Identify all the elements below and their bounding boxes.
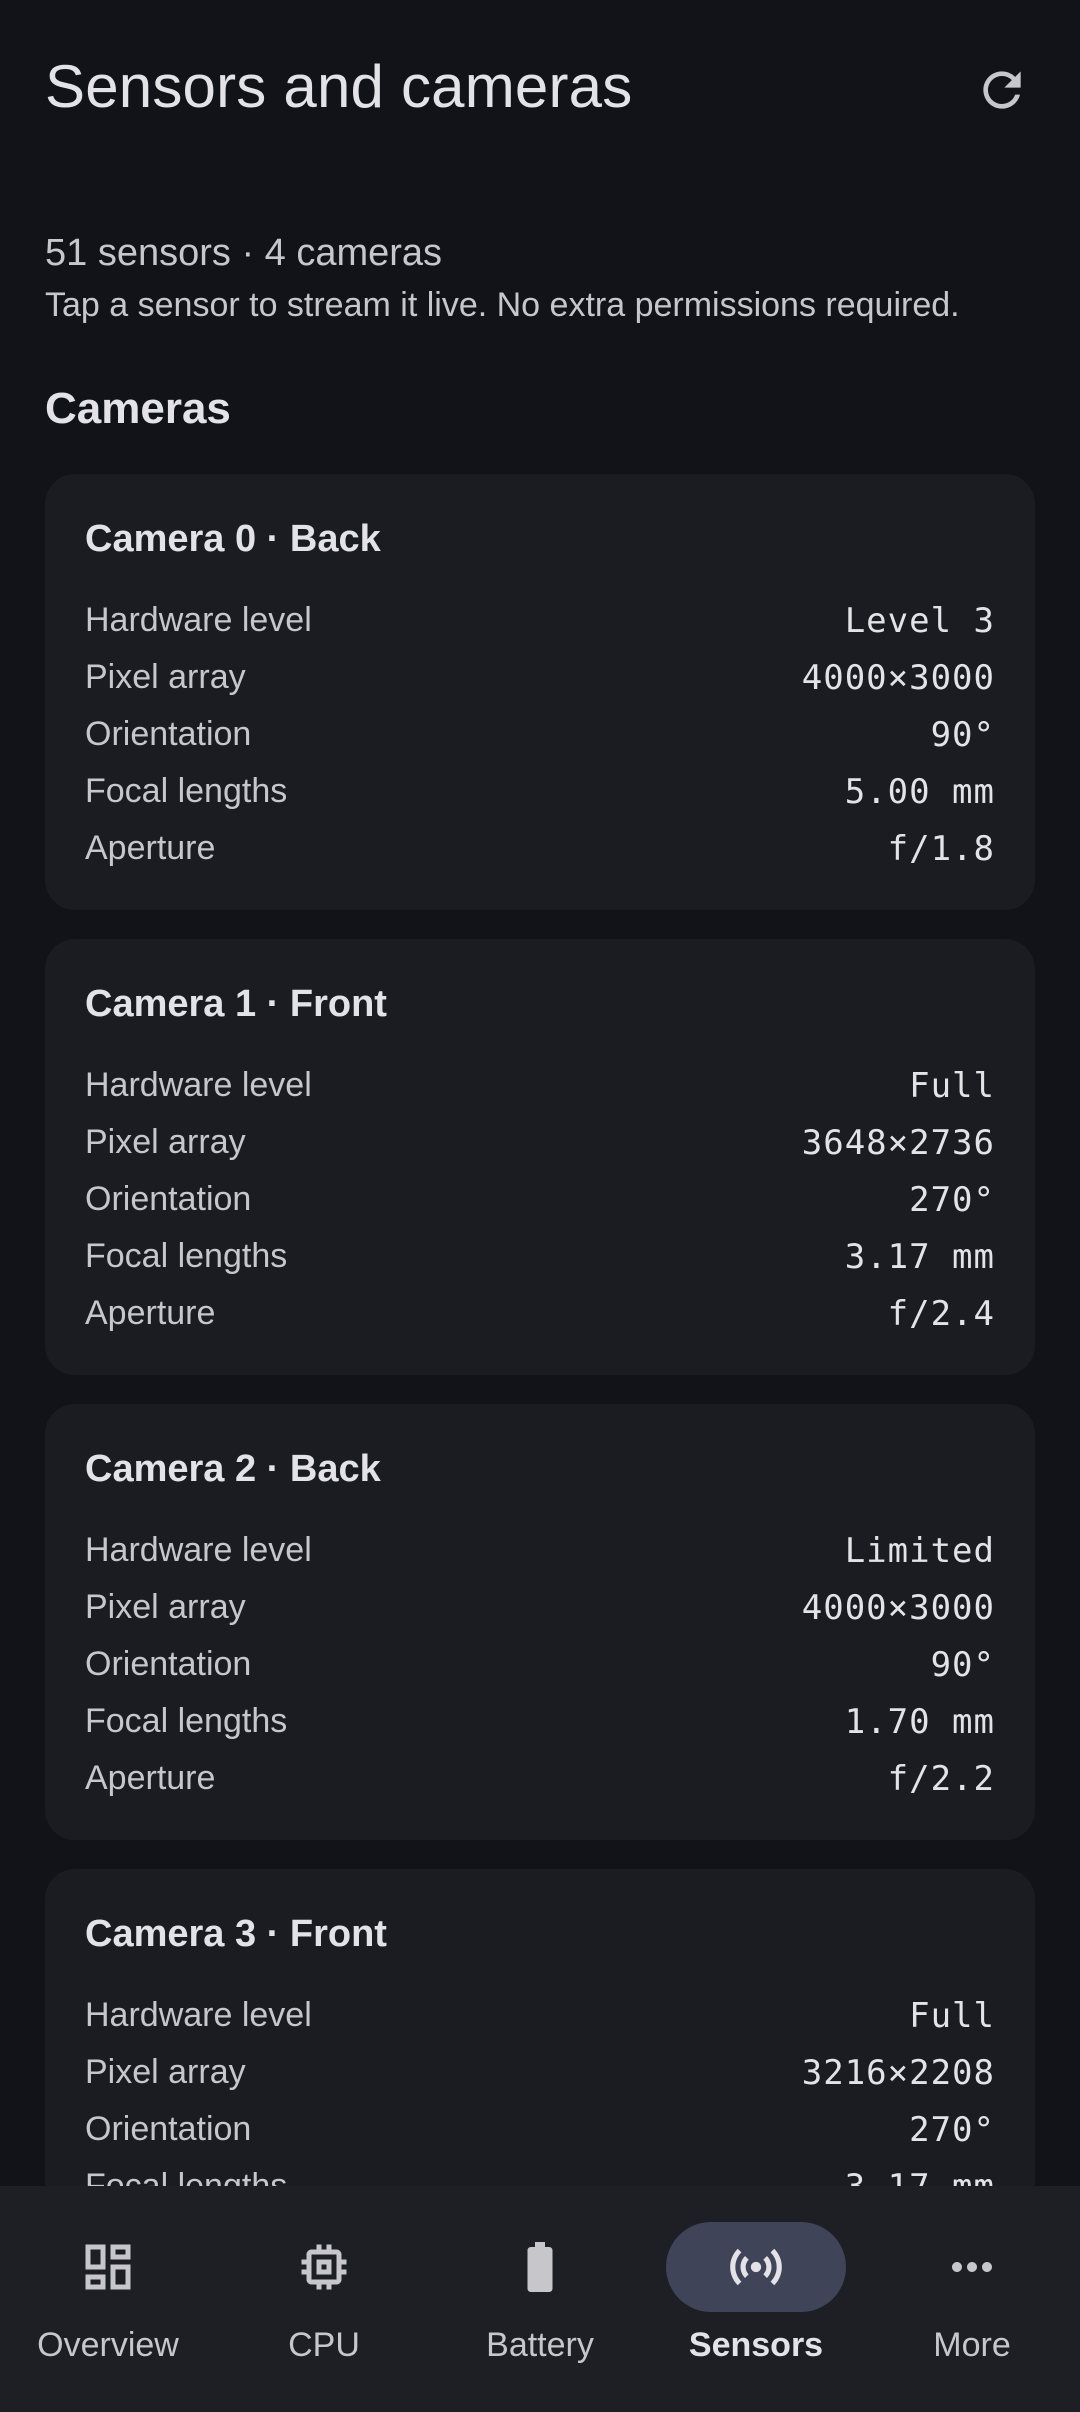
info-row: Hardware level Level 3	[85, 592, 995, 649]
row-value: Full	[909, 1065, 995, 1106]
info-row: Pixel array 4000×3000	[85, 1579, 995, 1636]
camera-title: Camera 1 · Front	[85, 983, 387, 1025]
top-app-bar: Sensors and cameras	[0, 0, 1080, 180]
row-label: Aperture	[85, 1294, 216, 1332]
nav-item-sensors[interactable]: Sensors	[648, 2222, 864, 2382]
row-value: 4000×3000	[801, 1587, 995, 1628]
row-value: 3648×2736	[801, 1122, 995, 1163]
info-row: Orientation 90°	[85, 1636, 995, 1693]
row-value: 90°	[930, 714, 995, 755]
more-icon	[952, 2262, 992, 2272]
camera-card: Camera 1 · Front Hardware level Full Pixe…	[45, 939, 1035, 1375]
info-row: Hardware level Full	[85, 1987, 995, 2044]
row-label: Focal lengths	[85, 772, 288, 810]
row-value: f/2.4	[887, 1293, 995, 1334]
refresh-button[interactable]	[972, 60, 1032, 120]
camera-title: Camera 0 · Back	[85, 518, 381, 560]
nav-label: Sensors	[688, 2326, 824, 2364]
info-row: Hardware level Limited	[85, 1522, 995, 1579]
row-label: Orientation	[85, 715, 252, 753]
sensor-camera-summary: 51 sensors · 4 cameras	[45, 232, 443, 274]
page-title: Sensors and cameras	[45, 53, 633, 120]
info-row: Focal lengths 5.00 mm	[85, 763, 995, 820]
row-label: Hardware level	[85, 1996, 312, 2034]
info-row: Orientation 270°	[85, 1171, 995, 1228]
info-row: Orientation 270°	[85, 2101, 995, 2158]
camera-title: Camera 3 · Front	[85, 1913, 387, 1955]
row-label: Hardware level	[85, 601, 312, 639]
nav-item-cpu[interactable]: CPU	[216, 2222, 432, 2382]
row-value: Level 3	[844, 600, 995, 641]
row-label: Aperture	[85, 829, 216, 867]
row-value: 3.17 mm	[844, 1236, 995, 1277]
section-title-cameras: Cameras	[45, 384, 231, 433]
hint-text: Tap a sensor to stream it live. No extra…	[45, 286, 960, 324]
info-row: Orientation 90°	[85, 706, 995, 763]
row-label: Pixel array	[85, 1123, 246, 1161]
row-label: Pixel array	[85, 1588, 246, 1626]
row-value: Limited	[844, 1530, 995, 1571]
row-value: 270°	[909, 2109, 995, 2150]
camera-card: Camera 0 · Back Hardware level Level 3 Pi…	[45, 474, 1035, 910]
row-value: 3216×2208	[801, 2052, 995, 2093]
dashboard-icon	[85, 2244, 131, 2290]
active-indicator	[666, 2222, 846, 2312]
bottom-navigation-bar: Overview CPU Battery Sensors More	[0, 2186, 1080, 2412]
info-row: Pixel array 3216×2208	[85, 2044, 995, 2101]
row-label: Orientation	[85, 2110, 252, 2148]
battery-icon	[527, 2242, 553, 2292]
nav-label: More	[933, 2326, 1011, 2364]
info-row: Aperture f/2.4	[85, 1285, 995, 1342]
row-label: Orientation	[85, 1645, 252, 1683]
row-label: Orientation	[85, 1180, 252, 1218]
row-label: Hardware level	[85, 1531, 312, 1569]
row-value: Full	[909, 1995, 995, 2036]
info-row: Aperture f/2.2	[85, 1750, 995, 1807]
info-row: Aperture f/1.8	[85, 820, 995, 877]
row-value: 4000×3000	[801, 657, 995, 698]
nav-label: Battery	[486, 2326, 594, 2364]
row-value: 90°	[930, 1644, 995, 1685]
nav-item-battery[interactable]: Battery	[432, 2222, 648, 2382]
nav-item-more[interactable]: More	[864, 2222, 1080, 2382]
refresh-icon	[983, 71, 1021, 109]
nav-label: CPU	[288, 2326, 360, 2364]
nav-label: Overview	[37, 2326, 179, 2364]
camera-card: Camera 2 · Back Hardware level Limited Pi…	[45, 1404, 1035, 1840]
row-label: Pixel array	[85, 2053, 246, 2091]
info-row: Hardware level Full	[85, 1057, 995, 1114]
row-value: 5.00 mm	[844, 771, 995, 812]
camera-list: Camera 0 · Back Hardware level Level 3 Pi…	[45, 474, 1035, 2334]
row-label: Hardware level	[85, 1066, 312, 1104]
sensors-icon	[730, 2248, 782, 2286]
info-row: Pixel array 3648×2736	[85, 1114, 995, 1171]
row-value: 1.70 mm	[844, 1701, 995, 1742]
row-value: f/2.2	[887, 1758, 995, 1799]
nav-item-overview[interactable]: Overview	[0, 2222, 216, 2382]
row-label: Focal lengths	[85, 1237, 288, 1275]
row-value: f/1.8	[887, 828, 995, 869]
row-label: Focal lengths	[85, 1702, 288, 1740]
cpu-icon	[301, 2244, 347, 2290]
info-row: Pixel array 4000×3000	[85, 649, 995, 706]
row-label: Aperture	[85, 1759, 216, 1797]
info-row: Focal lengths 3.17 mm	[85, 1228, 995, 1285]
row-value: 270°	[909, 1179, 995, 1220]
info-row: Focal lengths 1.70 mm	[85, 1693, 995, 1750]
row-label: Pixel array	[85, 658, 246, 696]
camera-title: Camera 2 · Back	[85, 1448, 381, 1490]
